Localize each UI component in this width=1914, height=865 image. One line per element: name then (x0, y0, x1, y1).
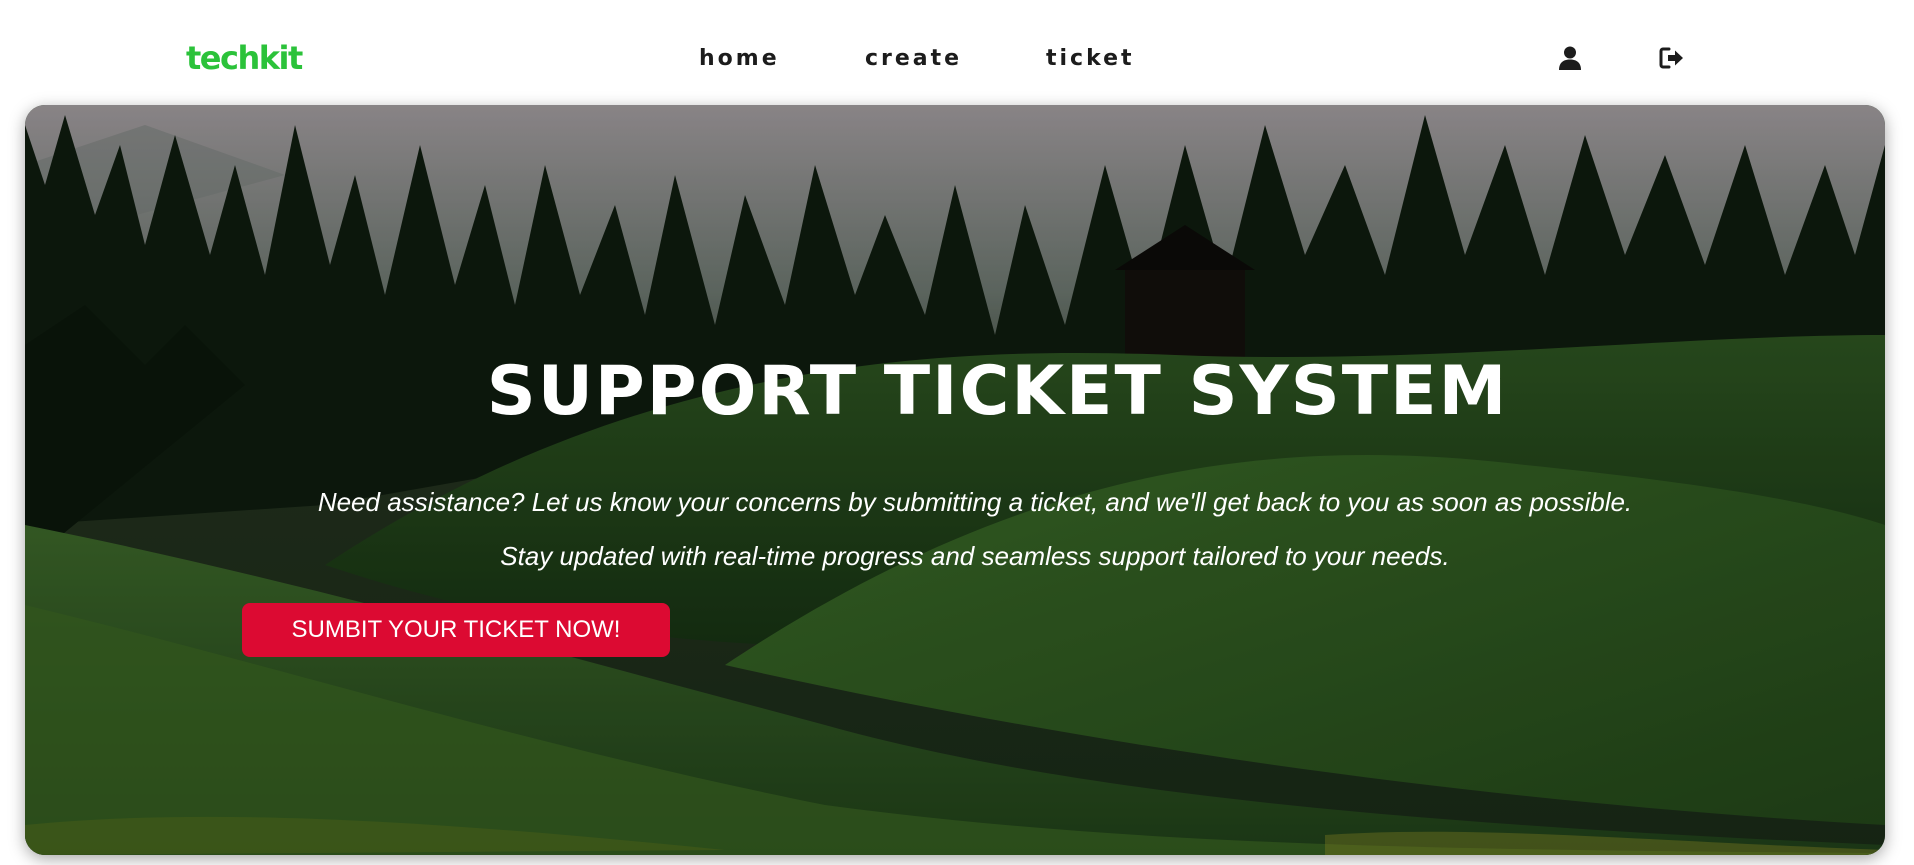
hero-description-line-2: Stay updated with real-time progress and… (500, 541, 1450, 571)
submit-ticket-button[interactable]: SUMBIT YOUR TICKET NOW! (242, 603, 670, 657)
user-icon[interactable] (1556, 44, 1584, 72)
main-nav: home create ticket (0, 44, 1914, 74)
nav-home-link[interactable]: home (699, 44, 780, 74)
hero-description-line-1: Need assistance? Let us know your concer… (317, 487, 1633, 517)
logout-icon[interactable] (1658, 44, 1686, 72)
nav-create-link[interactable]: create (865, 44, 962, 74)
hero-banner: SUPPORT TICKET SYSTEM Need assistance? L… (25, 105, 1885, 855)
hero-overlay (25, 105, 1885, 855)
top-header: techkit home create ticket (0, 0, 1914, 104)
hero-title: SUPPORT TICKET SYSTEM (486, 352, 1509, 431)
nav-ticket-link[interactable]: ticket (1046, 44, 1135, 74)
